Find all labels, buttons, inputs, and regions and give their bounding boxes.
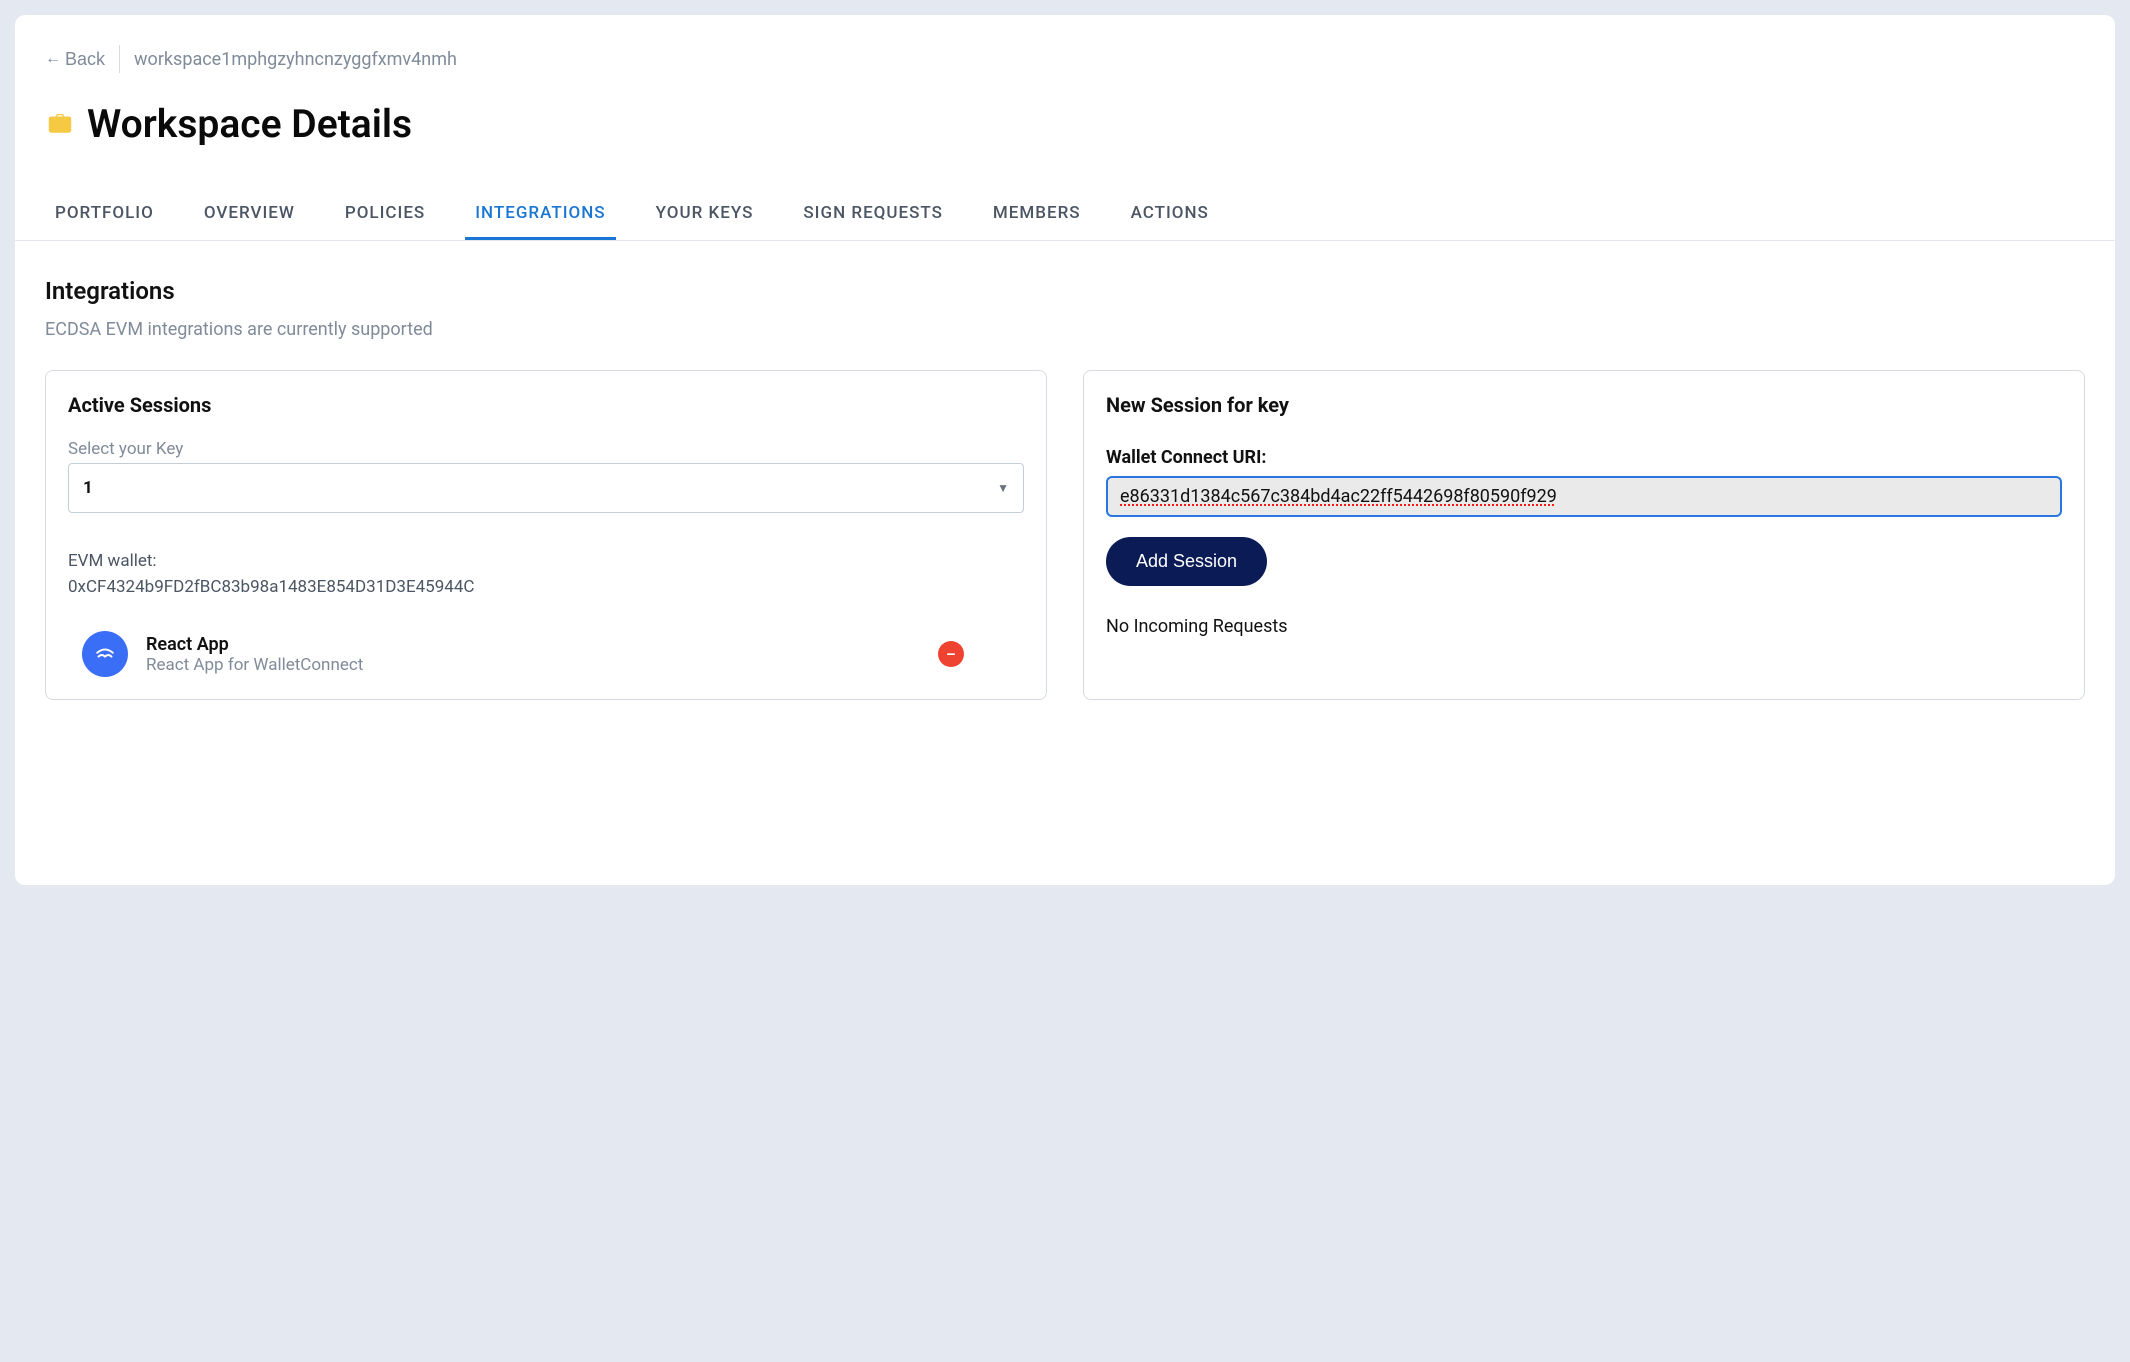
wallet-label: EVM wallet: — [68, 551, 1024, 571]
session-app-desc: React App for WalletConnect — [146, 655, 920, 675]
workspace-id: workspace1mphgzyhncnzyggfxmv4nmh — [134, 49, 457, 70]
uri-input[interactable]: e86331d1384c567c384bd4ac22ff5442698f8059… — [1106, 476, 2062, 517]
remove-session-button[interactable] — [938, 641, 964, 667]
uri-text: e86331d1384c567c384bd4ac22ff5442698f8059… — [1120, 486, 2048, 507]
new-session-panel: New Session for key Wallet Connect URI: … — [1083, 370, 2085, 700]
session-app-name: React App — [146, 634, 920, 655]
uri-label: Wallet Connect URI: — [1106, 447, 2062, 468]
wallet-address: 0xCF4324b9FD2fBC83b98a1483E854D31D3E4594… — [68, 577, 1024, 597]
page-title-row: Workspace Details — [15, 73, 2115, 175]
tab-overview[interactable]: OVERVIEW — [194, 193, 305, 240]
chevron-down-icon: ▼ — [997, 481, 1009, 495]
tab-sign-requests[interactable]: SIGN REQUESTS — [793, 193, 953, 240]
session-item: React App React App for WalletConnect — [68, 631, 1024, 677]
active-sessions-panel: Active Sessions Select your Key 1 ▼ EVM … — [45, 370, 1047, 700]
page-title: Workspace Details — [87, 101, 412, 147]
active-sessions-title: Active Sessions — [68, 393, 1024, 417]
tab-your-keys[interactable]: YOUR KEYS — [646, 193, 764, 240]
session-text: React App React App for WalletConnect — [146, 634, 920, 675]
tab-integrations[interactable]: INTEGRATIONS — [465, 193, 615, 240]
select-key-dropdown[interactable]: 1 ▼ — [68, 463, 1024, 513]
panels-row: Active Sessions Select your Key 1 ▼ EVM … — [45, 370, 2085, 700]
new-session-title: New Session for key — [1106, 393, 2062, 417]
minus-icon — [943, 646, 959, 662]
main-container: ← Back workspace1mphgzyhncnzyggfxmv4nmh … — [15, 15, 2115, 885]
back-label: Back — [65, 49, 105, 70]
briefcase-icon — [45, 109, 75, 139]
tab-portfolio[interactable]: PORTFOLIO — [45, 193, 164, 240]
no-incoming-label: No Incoming Requests — [1106, 616, 2062, 637]
integrations-heading: Integrations — [45, 277, 2085, 305]
divider — [119, 45, 120, 73]
back-button[interactable]: ← Back — [45, 49, 105, 70]
select-key-label: Select your Key — [68, 439, 1024, 459]
tabs: PORTFOLIO OVERVIEW POLICIES INTEGRATIONS YOU… — [15, 193, 2115, 241]
select-value: 1 — [83, 478, 93, 498]
tab-policies[interactable]: POLICIES — [335, 193, 435, 240]
tab-members[interactable]: MEMBERS — [983, 193, 1091, 240]
integrations-subheading: ECDSA EVM integrations are currently sup… — [45, 319, 2085, 340]
breadcrumb-row: ← Back workspace1mphgzyhncnzyggfxmv4nmh — [15, 15, 2115, 73]
tab-actions[interactable]: ACTIONS — [1121, 193, 1219, 240]
add-session-button[interactable]: Add Session — [1106, 537, 1267, 586]
walletconnect-icon — [82, 631, 128, 677]
back-arrow-icon: ← — [45, 50, 61, 68]
content-area: Integrations ECDSA EVM integrations are … — [15, 241, 2115, 736]
